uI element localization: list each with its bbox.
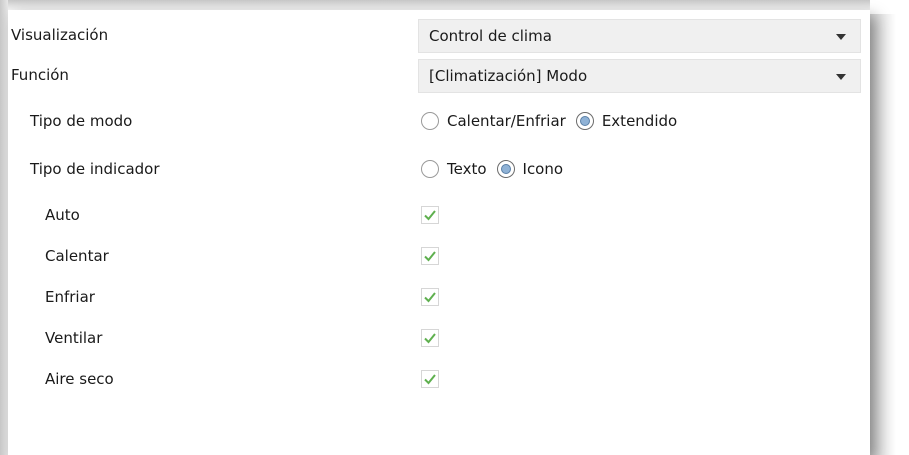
visualizacion-label: Visualización [11, 26, 109, 44]
tipo-modo-row: Tipo de modo Calentar/Enfriar Extendido [8, 103, 870, 139]
tipo-indicador-label: Tipo de indicador [30, 160, 160, 178]
radio-calentar-enfriar-label: Calentar/Enfriar [447, 112, 566, 130]
checkmark-icon [424, 374, 436, 385]
funcion-select[interactable]: [Climatización] Modo [418, 59, 861, 93]
panel-shadow [870, 14, 896, 455]
modo-row-calentar: Calentar [8, 238, 870, 274]
modo-row-auto: Auto [8, 197, 870, 233]
auto-checkbox[interactable] [421, 206, 439, 224]
chevron-down-icon [836, 74, 846, 80]
checkmark-icon [424, 251, 436, 262]
radio-extendido-label: Extendido [601, 112, 678, 130]
modo-label: Auto [45, 206, 80, 224]
ventilar-checkbox[interactable] [421, 329, 439, 347]
tipo-indicador-radio-group: Texto Icono [421, 160, 573, 178]
visualizacion-value: Control de clima [429, 27, 552, 45]
funcion-row: Función [Climatización] Modo [8, 57, 870, 93]
checkmark-icon [424, 333, 436, 344]
tipo-modo-label: Tipo de modo [30, 112, 133, 130]
modo-label: Calentar [45, 247, 109, 265]
aire-seco-checkbox[interactable] [421, 370, 439, 388]
modo-label: Aire seco [45, 370, 114, 388]
radio-unselected-icon[interactable] [421, 112, 439, 130]
radio-calentar-enfriar[interactable]: Calentar/Enfriar [421, 112, 566, 130]
radio-extendido[interactable]: Extendido [575, 112, 678, 130]
left-border [0, 0, 8, 455]
calentar-checkbox[interactable] [421, 247, 439, 265]
checkmark-icon [424, 210, 436, 221]
radio-icono-label: Icono [522, 160, 564, 178]
top-border [0, 0, 870, 10]
tipo-modo-radio-group: Calentar/Enfriar Extendido [421, 112, 687, 130]
parameter-panel: Visualización Control de clima Función [… [8, 10, 870, 455]
radio-texto-label: Texto [447, 160, 487, 178]
visualizacion-row: Visualización Control de clima [8, 17, 870, 53]
radio-icono[interactable]: Icono [496, 160, 564, 178]
modo-label: Ventilar [45, 329, 103, 347]
checkmark-icon [424, 292, 436, 303]
chevron-down-icon [836, 34, 846, 40]
tipo-indicador-row: Tipo de indicador Texto Icono [8, 151, 870, 187]
radio-unselected-icon[interactable] [421, 160, 439, 178]
visualizacion-select[interactable]: Control de clima [418, 19, 861, 53]
enfriar-checkbox[interactable] [421, 288, 439, 306]
radio-selected-icon[interactable] [575, 112, 594, 130]
modo-row-aire-seco: Aire seco [8, 361, 870, 397]
modo-row-enfriar: Enfriar [8, 279, 870, 315]
radio-selected-icon[interactable] [496, 160, 515, 178]
funcion-label: Función [11, 66, 69, 84]
window-frame: Visualización Control de clima Función [… [0, 0, 909, 455]
modo-label: Enfriar [45, 288, 95, 306]
modo-row-ventilar: Ventilar [8, 320, 870, 356]
radio-texto[interactable]: Texto [421, 160, 487, 178]
funcion-value: [Climatización] Modo [429, 67, 588, 85]
